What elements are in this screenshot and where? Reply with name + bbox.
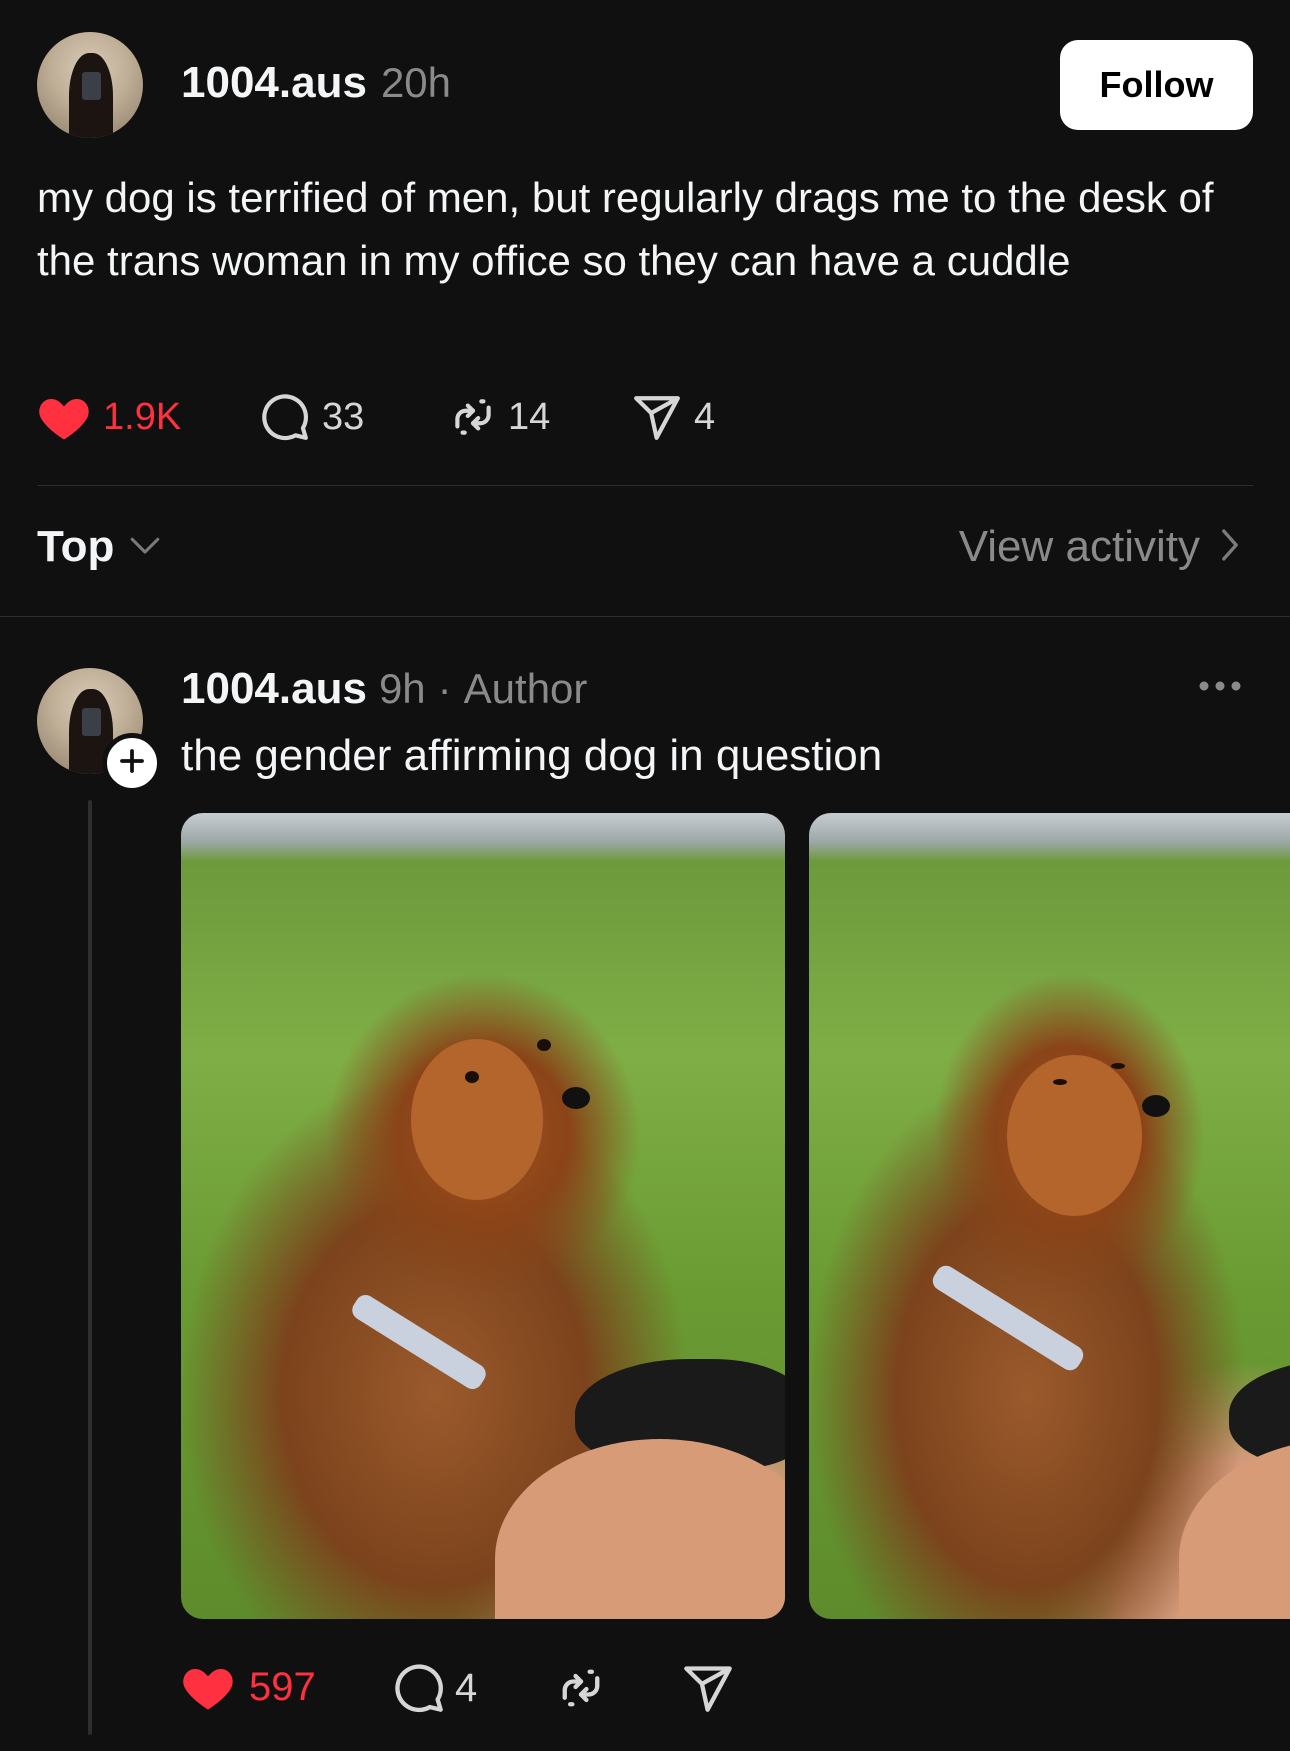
dog-nose	[561, 1087, 590, 1110]
reply-author-badge: Author	[463, 665, 588, 712]
like-count: 1.9K	[103, 395, 182, 438]
reply-comment-button[interactable]: 4	[393, 1662, 477, 1714]
reply-photo-2[interactable]	[809, 813, 1290, 1619]
chevron-down-icon	[128, 533, 162, 562]
chevron-right-icon	[1220, 528, 1240, 567]
reply-header: 1004.aus 9h · Author	[181, 664, 587, 720]
comment-icon	[260, 392, 310, 442]
view-activity-label: View activity	[958, 522, 1200, 571]
dog-head	[410, 1038, 544, 1200]
reply-separator: ·	[437, 665, 452, 712]
post-username[interactable]: 1004.aus	[181, 58, 367, 108]
sort-label: Top	[37, 522, 115, 571]
reply-share-button[interactable]	[682, 1662, 734, 1714]
post-time: 20h	[380, 59, 452, 106]
share-icon	[632, 392, 682, 442]
reply-text: the gender affirming dog in question	[181, 731, 883, 780]
dog-head	[1006, 1054, 1142, 1216]
dog-harness	[348, 1291, 490, 1393]
comment-icon	[393, 1662, 445, 1714]
dog-nose	[1141, 1095, 1170, 1118]
share-button[interactable]: 4	[632, 392, 715, 442]
actions-divider	[37, 485, 1253, 486]
like-button[interactable]: 1.9K	[37, 392, 181, 442]
follow-plus-badge[interactable]	[102, 733, 162, 793]
dog-eye	[464, 1070, 479, 1083]
dog-eye	[1110, 1062, 1125, 1069]
more-icon	[1198, 679, 1242, 697]
repost-icon	[448, 392, 498, 442]
avatar-phone	[81, 72, 101, 100]
dog-harness	[929, 1261, 1088, 1374]
plus-icon	[117, 746, 147, 781]
dog-eye	[537, 1038, 552, 1051]
repost-button[interactable]: 14	[448, 392, 550, 442]
reply-repost-button[interactable]	[555, 1662, 607, 1714]
knee	[495, 1439, 785, 1619]
heart-icon	[181, 1662, 235, 1712]
repost-count: 14	[508, 395, 551, 438]
comment-count: 33	[322, 395, 365, 438]
reply-username[interactable]: 1004.aus	[181, 664, 367, 714]
reply-photo-1[interactable]	[181, 813, 785, 1619]
post-avatar[interactable]	[37, 32, 143, 138]
heart-icon	[37, 392, 91, 442]
share-icon	[682, 1662, 734, 1714]
avatar-phone	[81, 708, 101, 736]
reply-like-count: 597	[249, 1664, 316, 1709]
comment-button[interactable]: 33	[260, 392, 364, 442]
reply-comment-count: 4	[455, 1665, 478, 1710]
reply-like-button[interactable]: 597	[181, 1662, 316, 1712]
share-count: 4	[694, 395, 716, 438]
post-header: 1004.aus 20h	[181, 58, 451, 114]
reply-time: 9h	[378, 665, 426, 712]
section-divider	[0, 616, 1290, 617]
thread-line	[88, 800, 92, 1735]
post-text: my dog is terrified of men, but regularl…	[37, 174, 1214, 284]
more-button[interactable]	[1198, 668, 1248, 708]
sort-dropdown[interactable]: Top	[37, 522, 162, 572]
view-activity-link[interactable]: View activity	[959, 522, 1240, 572]
knee	[1179, 1439, 1290, 1619]
follow-button[interactable]: Follow	[1060, 40, 1253, 130]
repost-icon	[555, 1662, 607, 1714]
